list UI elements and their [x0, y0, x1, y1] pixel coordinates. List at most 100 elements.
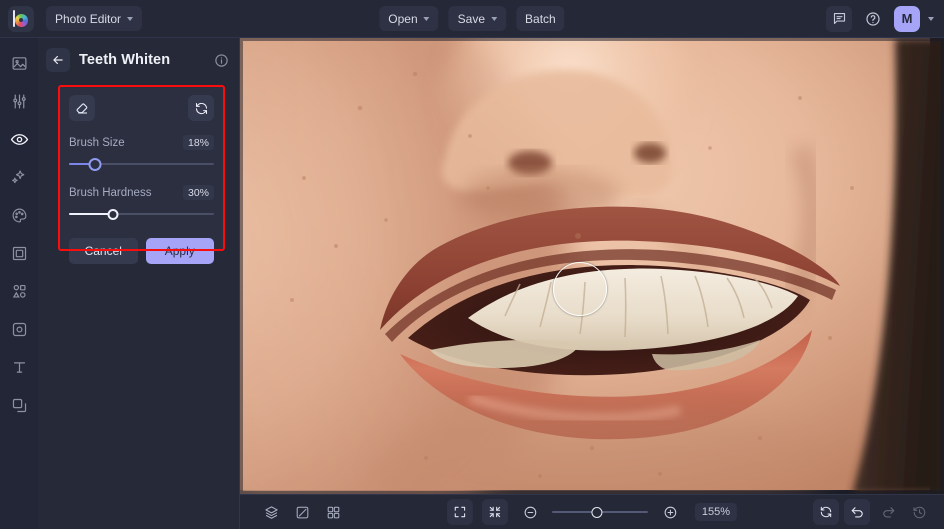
- brush-tool-actions: Cancel Apply: [69, 238, 214, 264]
- page-title: Teeth Whiten: [79, 52, 171, 68]
- brush-tool-card-header: [69, 95, 214, 121]
- zoom-slider[interactable]: [551, 506, 648, 518]
- minus-circle-icon: [524, 506, 536, 518]
- redo-button[interactable]: [875, 499, 901, 525]
- sticker-frame-icon: [12, 322, 26, 336]
- fit-to-screen-button[interactable]: [446, 499, 473, 525]
- brush-tool-card: Brush Size 18% Brush Hardness 30% Cancel…: [58, 85, 225, 264]
- brush-hardness-slider-group: Brush Hardness 30%: [69, 185, 214, 221]
- image-icon: [12, 56, 26, 70]
- zoom-slider-thumb[interactable]: [591, 506, 603, 518]
- reset-circular-arrows-icon: [820, 506, 832, 518]
- reset-brush-button[interactable]: [188, 95, 214, 121]
- history-clock-icon: [912, 506, 925, 518]
- zoom-controls: 155%: [446, 499, 738, 525]
- back-button[interactable]: [46, 48, 70, 72]
- collapse-arrows-icon: [489, 506, 501, 518]
- sidebar-item-color-palette[interactable]: [4, 202, 34, 228]
- top-toolbar: Photo Editor Open Save Batch M: [0, 0, 944, 38]
- reset-circular-arrows-icon: [195, 102, 207, 114]
- brush-hardness-slider[interactable]: [69, 207, 214, 221]
- shapes-icon: [12, 284, 26, 298]
- sidebar-item-sticker[interactable]: [4, 316, 34, 342]
- sidebar-item-layers[interactable]: [4, 392, 34, 418]
- undo-arrow-icon: [851, 506, 863, 517]
- zoom-out-button[interactable]: [517, 499, 543, 525]
- brush-hardness-value: 30%: [182, 185, 214, 200]
- text-t-icon: [13, 361, 25, 373]
- sidebar-item-ai-effects[interactable]: [4, 164, 34, 190]
- apply-button[interactable]: Apply: [145, 238, 214, 264]
- sidebar-item-adjust[interactable]: [4, 88, 34, 114]
- grid-four-icon: [327, 506, 339, 518]
- brush-size-value: 18%: [182, 135, 214, 150]
- brush-hardness-row: Brush Hardness 30%: [69, 185, 214, 200]
- app-switcher-label: Photo Editor: [55, 11, 122, 26]
- avatar-initial: M: [901, 11, 913, 26]
- history-button[interactable]: [906, 499, 932, 525]
- app-logo-icon: [12, 10, 30, 27]
- app-logo[interactable]: [8, 5, 34, 32]
- redo-arrow-icon: [882, 506, 894, 517]
- edited-photo: [240, 38, 944, 494]
- undo-button[interactable]: [844, 499, 870, 525]
- sidebar-item-retouch[interactable]: [4, 126, 34, 152]
- actual-size-button[interactable]: [481, 499, 508, 525]
- plus-circle-icon: [664, 506, 676, 518]
- info-circle-icon: [215, 53, 228, 67]
- chevron-down-icon: [423, 16, 430, 21]
- brush-hardness-fill: [69, 213, 113, 215]
- cancel-button[interactable]: Cancel: [69, 238, 138, 264]
- image-canvas[interactable]: [240, 38, 944, 494]
- open-button-label: Open: [388, 11, 418, 26]
- batch-button[interactable]: Batch: [516, 6, 565, 31]
- sidebar-item-image[interactable]: [4, 50, 34, 76]
- center-actions: Open Save Batch: [379, 6, 565, 31]
- sidebar-item-crop[interactable]: [4, 240, 34, 266]
- bottom-toolbar: 155%: [240, 494, 944, 529]
- tool-panel: Teeth Whiten Brush Size 18% Brush Hardne…: [38, 38, 240, 529]
- eraser-icon: [76, 102, 87, 114]
- app-switcher[interactable]: Photo Editor: [46, 6, 143, 31]
- chat-bubble-icon: [833, 12, 845, 25]
- save-button-label: Save: [457, 11, 486, 26]
- brush-size-slider-group: Brush Size 18%: [69, 135, 214, 171]
- panel-header: Teeth Whiten: [38, 38, 239, 82]
- history-controls: [813, 499, 932, 525]
- arrow-left-icon: [53, 55, 63, 65]
- zoom-level-value[interactable]: 155%: [694, 503, 738, 521]
- sidebar-item-shapes[interactable]: [4, 278, 34, 304]
- brush-size-label: Brush Size: [69, 136, 125, 149]
- expand-corners-icon: [454, 506, 466, 518]
- grid-view-button[interactable]: [320, 499, 346, 525]
- photo-editor-window: Photo Editor Open Save Batch M Teeth Whi…: [0, 0, 944, 529]
- avatar[interactable]: M: [894, 5, 920, 32]
- zoom-in-button[interactable]: [657, 499, 683, 525]
- chevron-down-icon: [127, 16, 134, 21]
- sparkles-icon: [12, 170, 25, 184]
- eye-icon: [10, 133, 28, 145]
- sliders-icon: [12, 94, 26, 108]
- save-button[interactable]: Save: [448, 6, 507, 31]
- layers-overlap-icon: [12, 398, 26, 412]
- layers-panel-button[interactable]: [258, 499, 284, 525]
- brush-hardness-label: Brush Hardness: [69, 186, 152, 199]
- help-circle-icon: [866, 11, 880, 26]
- help-button[interactable]: [860, 6, 886, 32]
- brush-size-slider[interactable]: [69, 157, 214, 171]
- sidebar-item-text[interactable]: [4, 354, 34, 380]
- top-right-actions: M: [826, 5, 934, 32]
- account-chevron-down-icon[interactable]: [928, 16, 934, 21]
- chevron-down-icon: [491, 16, 498, 21]
- eraser-button[interactable]: [69, 95, 95, 121]
- info-button[interactable]: [214, 53, 229, 68]
- reset-image-button[interactable]: [813, 499, 839, 525]
- feedback-button[interactable]: [826, 5, 852, 32]
- bottom-left-tools: [258, 499, 346, 525]
- brush-size-thumb[interactable]: [88, 157, 102, 171]
- compare-view-button[interactable]: [289, 499, 315, 525]
- brush-size-row: Brush Size 18%: [69, 135, 214, 150]
- open-button[interactable]: Open: [379, 6, 439, 31]
- left-tool-rail: [0, 38, 38, 529]
- brush-hardness-thumb[interactable]: [107, 208, 118, 220]
